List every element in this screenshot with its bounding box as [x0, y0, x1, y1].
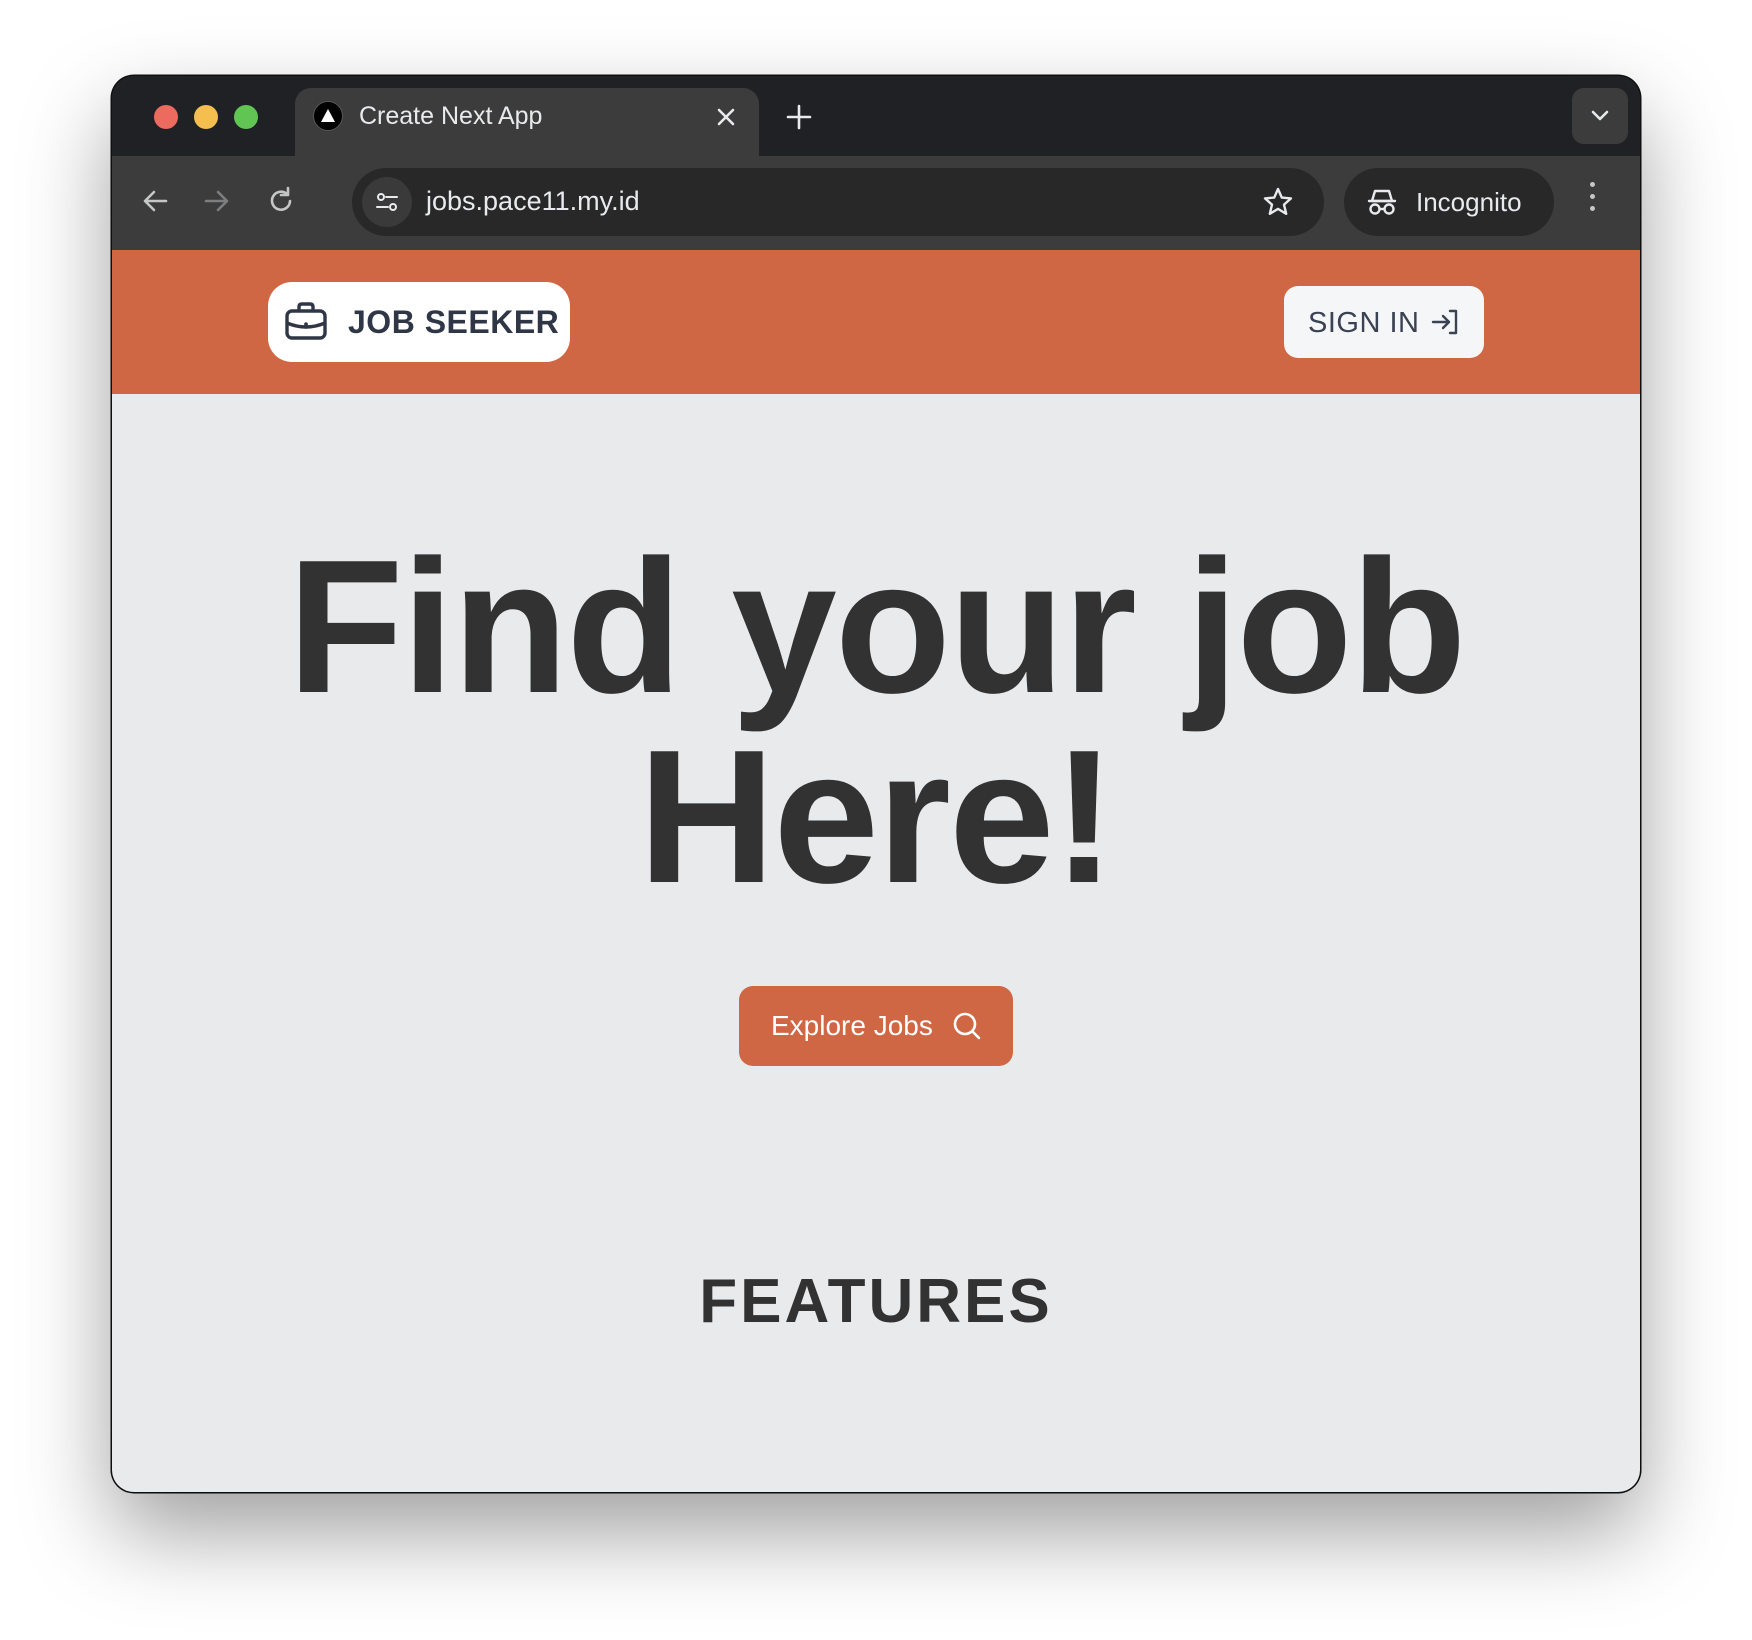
- close-window-button[interactable]: [154, 105, 178, 129]
- nextjs-favicon-icon: [313, 101, 343, 131]
- search-icon: [953, 1012, 981, 1040]
- maximize-window-button[interactable]: [234, 105, 258, 129]
- tab-title: Create Next App: [359, 102, 543, 130]
- sign-in-label: SIGN IN: [1308, 307, 1420, 339]
- hero-title-line-2: Here!: [638, 711, 1116, 923]
- page-viewport: JOB SEEKER SIGN IN Find your job Here! E…: [112, 250, 1640, 1492]
- brand-label: JOB SEEKER: [348, 304, 560, 340]
- features-heading: FEATURES: [699, 1267, 1053, 1336]
- hero-title-line-1: Find your job: [287, 521, 1466, 733]
- explore-jobs-button[interactable]: Explore Jobs: [739, 986, 1013, 1066]
- brand-logo-link[interactable]: JOB SEEKER: [268, 282, 570, 362]
- reload-icon[interactable]: [264, 184, 298, 218]
- close-icon[interactable]: [715, 106, 737, 128]
- forward-arrow-icon[interactable]: [200, 184, 234, 218]
- login-arrow-icon: [1431, 309, 1458, 335]
- address-bar[interactable]: jobs.pace11.my.id: [352, 168, 1324, 236]
- site-info-button[interactable]: [362, 177, 412, 227]
- tune-icon: [376, 193, 398, 211]
- back-arrow-icon[interactable]: [138, 184, 172, 218]
- site-navbar: JOB SEEKER SIGN IN: [112, 250, 1640, 394]
- chevron-down-icon: [1591, 110, 1609, 121]
- plus-icon[interactable]: [786, 104, 812, 130]
- incognito-indicator[interactable]: Incognito: [1344, 168, 1554, 236]
- url-text[interactable]: jobs.pace11.my.id: [426, 186, 640, 217]
- browser-toolbar: jobs.pace11.my.id Incognito: [112, 156, 1640, 250]
- briefcase-icon: [285, 302, 327, 340]
- hero-title: Find your job Here!: [112, 532, 1640, 912]
- sign-in-button[interactable]: SIGN IN: [1284, 286, 1484, 358]
- browser-window: Create Next App jobs.pace11.my.id Incogn…: [112, 76, 1640, 1492]
- incognito-label: Incognito: [1416, 187, 1522, 217]
- minimize-window-button[interactable]: [194, 105, 218, 129]
- active-tab[interactable]: Create Next App: [295, 88, 759, 156]
- tab-strip: Create Next App: [112, 76, 1640, 156]
- more-vert-icon[interactable]: [1586, 182, 1598, 222]
- tab-search-button[interactable]: [1572, 88, 1628, 144]
- explore-jobs-label: Explore Jobs: [771, 1010, 933, 1041]
- star-icon[interactable]: [1262, 186, 1294, 218]
- incognito-icon: [1367, 189, 1397, 215]
